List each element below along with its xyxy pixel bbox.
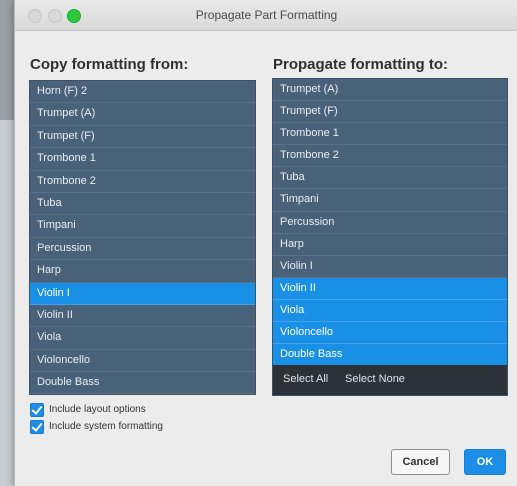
list-item[interactable]: Trombone 2	[30, 171, 255, 193]
include-system-label: Include system formatting	[49, 421, 163, 432]
list-item[interactable]: Viola	[273, 299, 507, 323]
list-item[interactable]: Trumpet (A)	[273, 79, 507, 102]
propagate-to-heading: Propagate formatting to:	[273, 56, 448, 73]
list-item[interactable]: Trumpet (A)	[30, 103, 255, 126]
include-system-checkbox[interactable]	[30, 420, 44, 434]
list-item[interactable]: Tuba	[30, 193, 255, 216]
list-item[interactable]: Trombone 1	[30, 148, 255, 171]
list-item[interactable]: Violoncello	[30, 350, 255, 373]
list-item[interactable]: Trombone 2	[273, 145, 507, 168]
cancel-button[interactable]: Cancel	[391, 449, 450, 475]
selection-toolbar: Select All Select None	[273, 365, 507, 395]
list-item[interactable]: Trumpet (F)	[30, 126, 255, 149]
list-item[interactable]: Trumpet (F)	[273, 101, 507, 124]
list-item[interactable]: Harp	[273, 234, 507, 256]
copy-from-list[interactable]: Horn (F) 2 Trumpet (A) Trumpet (F) Trombone…	[29, 80, 256, 395]
list-item[interactable]: Timpani	[273, 189, 507, 212]
list-item[interactable]: Double Bass	[30, 372, 255, 395]
list-item[interactable]: Horn (F) 2	[30, 81, 255, 104]
dialog-window: Propagate Part Formatting Copy formattin…	[14, 0, 517, 486]
list-item[interactable]: Tuba	[273, 167, 507, 190]
list-item[interactable]: Percussion	[30, 238, 255, 261]
list-item[interactable]: Viola	[30, 327, 255, 350]
list-item[interactable]: Percussion	[273, 212, 507, 234]
propagate-to-items: Trumpet (A) Trumpet (F) Trombone 1 Trombone…	[273, 79, 507, 367]
select-all-button[interactable]: Select All	[283, 373, 328, 385]
list-item[interactable]: Violin I	[273, 256, 507, 278]
list-item[interactable]: Violin II	[273, 277, 507, 300]
list-item[interactable]: Double Bass	[273, 344, 507, 367]
title-bar: Propagate Part Formatting	[15, 0, 517, 31]
include-layout-checkbox[interactable]	[30, 403, 44, 417]
list-item[interactable]: Violin II	[30, 305, 255, 328]
list-item[interactable]: Trombone 1	[273, 123, 507, 146]
select-none-button[interactable]: Select None	[345, 373, 405, 385]
ok-button[interactable]: OK	[464, 449, 506, 475]
list-item[interactable]: Violin I	[30, 282, 255, 305]
list-item[interactable]: Harp	[30, 260, 255, 283]
include-layout-label: Include layout options	[49, 404, 146, 415]
propagate-to-list[interactable]: Trumpet (A) Trumpet (F) Trombone 1 Trombone…	[272, 78, 508, 396]
list-item[interactable]: Violoncello	[273, 322, 507, 345]
copy-from-heading: Copy formatting from:	[30, 56, 189, 73]
list-item[interactable]: Timpani	[30, 215, 255, 238]
window-title: Propagate Part Formatting	[195, 8, 338, 22]
